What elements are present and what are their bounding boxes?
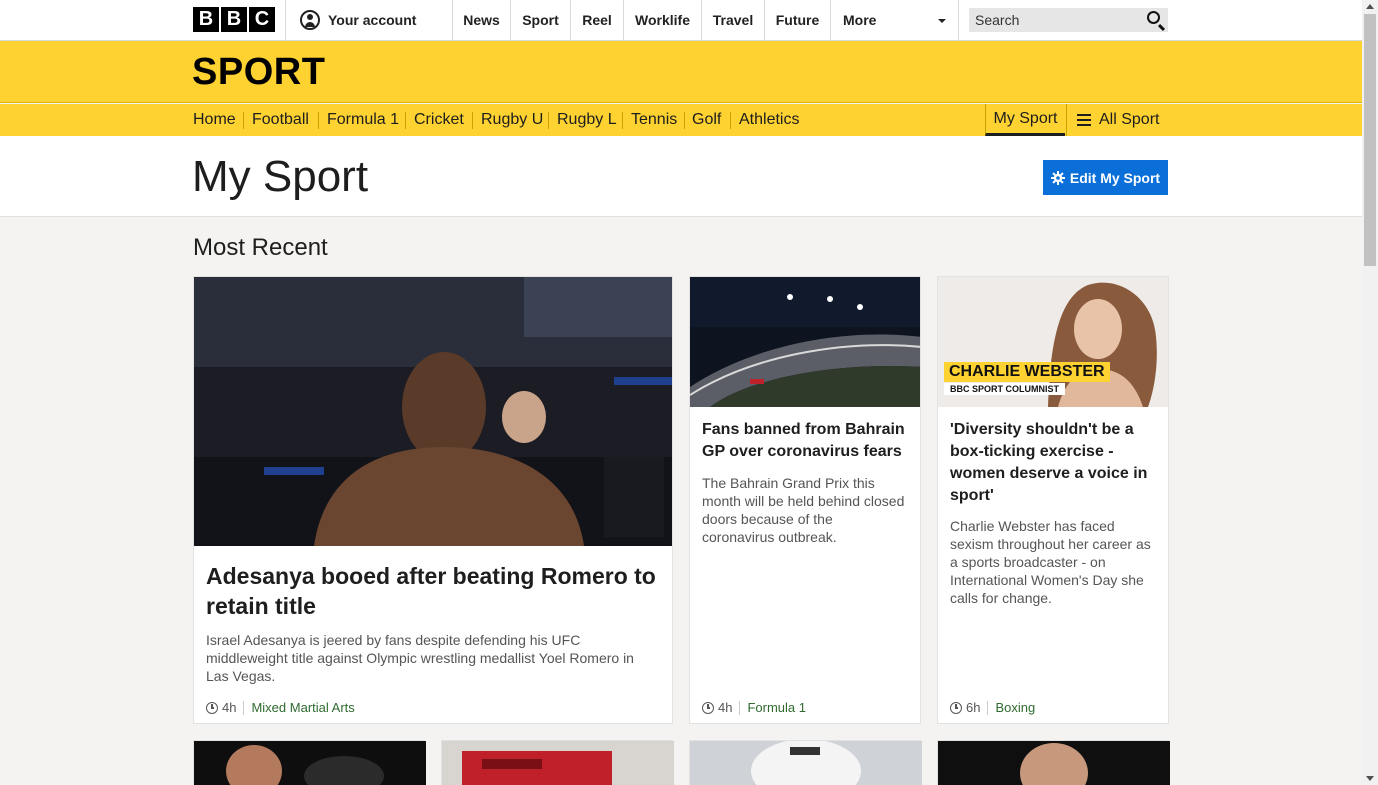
global-nav-travel[interactable]: Travel [701,0,764,40]
story-card[interactable] [937,740,1170,785]
global-nav-reel[interactable]: Reel [570,0,623,40]
bbc-logo-letter: C [249,7,275,32]
sport-nav-football[interactable]: Football [252,104,309,136]
global-nav-sport[interactable]: Sport [510,0,570,40]
story-meta: 4h Formula 1 [702,700,806,715]
global-header: B B C Your account News Sport Reel Workl… [0,0,1362,41]
global-nav-worklife[interactable]: Worklife [623,0,701,40]
edit-my-sport-label: Edit My Sport [1069,169,1161,186]
sport-title[interactable]: SPORT [192,51,325,94]
sport-nav: Home Football Formula 1 Cricket Rugby U … [0,104,1362,136]
account-label: Your account [328,12,417,28]
image-caption-role: BBC SPORT COLUMNIST [944,383,1065,395]
divider [405,112,406,129]
bbc-logo-letter: B [193,7,219,32]
story-card[interactable] [441,740,674,785]
section-title: Most Recent [193,234,328,261]
story-image[interactable]: CHARLIE WEBSTER BBC SPORT COLUMNIST [938,277,1168,407]
sport-nav-rugby-union[interactable]: Rugby U [481,104,543,136]
sport-nav-golf[interactable]: Golf [692,104,721,136]
story-headline[interactable]: Adesanya booed after beating Romero to r… [206,561,660,621]
divider [243,112,244,129]
story-summary: Israel Adesanya is jeered by fans despit… [206,632,634,684]
story-tag[interactable]: Formula 1 [747,700,806,715]
all-sport-label: All Sport [1099,111,1160,128]
image-caption-name: CHARLIE WEBSTER [944,362,1110,382]
divider [958,0,959,40]
divider [739,700,741,715]
scroll-up-icon[interactable] [1366,4,1374,9]
sport-nav-home[interactable]: Home [193,104,236,136]
search-placeholder: Search [975,12,1020,28]
story-image[interactable] [690,277,920,407]
clock-icon [950,701,962,714]
sport-nav-cricket[interactable]: Cricket [414,104,464,136]
divider [318,112,319,129]
story-tag[interactable]: Boxing [995,700,1035,715]
story-card[interactable]: Fans banned from Bahrain GP over coronav… [689,276,921,724]
story-card[interactable] [193,740,426,785]
divider [730,112,731,129]
search-input[interactable]: Search [969,8,1168,32]
global-nav-news[interactable]: News [452,0,510,40]
divider [987,700,989,715]
story-summary: Charlie Webster has faced sexism through… [950,518,1151,606]
story-summary: The Bahrain Grand Prix this month will b… [702,475,905,545]
divider [684,112,685,129]
user-icon [300,10,320,30]
search-icon[interactable] [1147,11,1160,24]
story-card[interactable]: CHARLIE WEBSTER BBC SPORT COLUMNIST 'Div… [937,276,1169,724]
sport-nav-formula-1[interactable]: Formula 1 [327,104,399,136]
story-image[interactable] [194,277,672,546]
divider [472,112,473,129]
page-title: My Sport [192,152,369,201]
story-time: 4h [222,700,237,715]
clock-icon [702,701,714,714]
divider [285,0,286,40]
sport-header: SPORT [0,41,1362,103]
page-scrollbar[interactable] [1362,0,1378,785]
tab-my-sport[interactable]: My Sport [985,104,1065,136]
edit-my-sport-button[interactable]: Edit My Sport [1043,160,1168,195]
story-card[interactable] [689,739,922,785]
gear-icon [1050,170,1065,185]
story-meta: 4h Mixed Martial Arts [206,700,355,715]
all-sport-menu[interactable]: All Sport [1066,104,1168,136]
global-nav-future[interactable]: Future [764,0,830,40]
story-meta: 6h Boxing [950,700,1035,715]
story-time: 6h [966,700,981,715]
chevron-down-icon [938,19,946,23]
story-tag[interactable]: Mixed Martial Arts [251,700,354,715]
divider [622,112,623,129]
story-headline[interactable]: 'Diversity shouldn't be a box-ticking ex… [950,419,1156,507]
divider [243,700,245,715]
hamburger-icon [1077,114,1091,126]
scroll-down-icon[interactable] [1366,776,1374,781]
story-time: 4h [718,700,733,715]
sport-nav-tennis[interactable]: Tennis [631,104,677,136]
divider [548,112,549,129]
story-headline[interactable]: Fans banned from Bahrain GP over coronav… [702,419,908,463]
story-card[interactable]: Adesanya booed after beating Romero to r… [193,276,673,724]
sport-nav-rugby-league[interactable]: Rugby L [557,104,617,136]
bbc-logo[interactable]: B B C [193,7,275,32]
account-link[interactable]: Your account [300,0,416,40]
sport-nav-athletics[interactable]: Athletics [739,104,799,136]
page-title-band: My Sport Edit My Sport [0,136,1362,217]
bbc-logo-letter: B [221,7,247,32]
clock-icon [206,701,218,714]
scroll-thumb[interactable] [1364,14,1376,266]
